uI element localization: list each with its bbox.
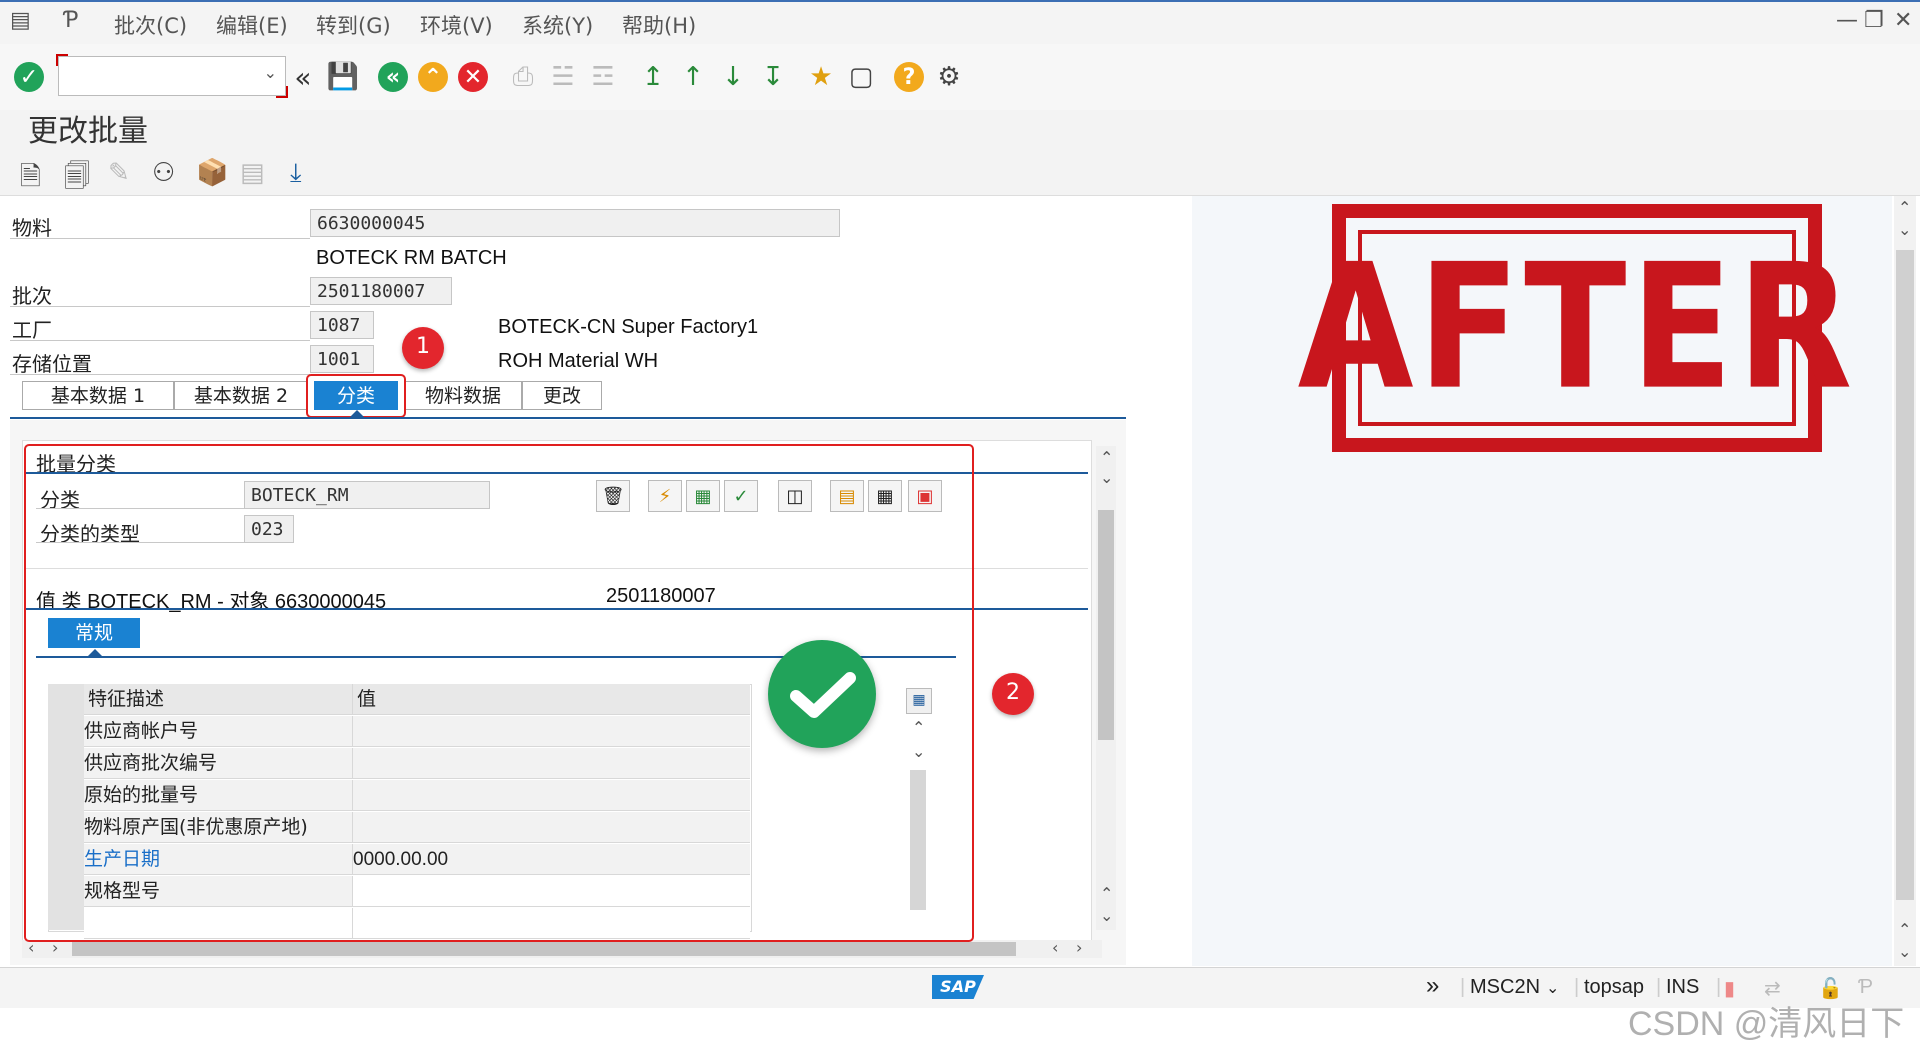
edit-pencil-icon[interactable]: ✎ <box>108 158 130 188</box>
scroll-left-icon[interactable]: ‹ <box>1052 938 1058 957</box>
menu-edit[interactable]: 编辑(E) <box>216 10 288 40</box>
cancel-icon[interactable]: ✕ <box>458 62 488 92</box>
last-page-icon[interactable]: ↧ <box>756 60 790 94</box>
sap-p-icon[interactable]: Ƥ <box>64 8 78 33</box>
success-check-icon <box>768 640 876 748</box>
exit-icon[interactable]: ⌃ <box>418 62 448 92</box>
chevron-down-icon[interactable]: ⌄ <box>1546 978 1559 998</box>
plant-description: BOTECK-CN Super Factory1 <box>498 316 759 338</box>
app-menu-icon[interactable]: ▤ <box>10 8 31 33</box>
page-scroll-down-icon[interactable]: ⌄ <box>1898 942 1911 961</box>
menu-batch[interactable]: 批次(C) <box>114 10 187 40</box>
after-stamp: AFTER <box>1297 204 1857 452</box>
material-label: 物料 <box>12 216 52 240</box>
enter-check-icon[interactable]: ✓ <box>14 62 44 92</box>
find-next-icon[interactable]: ☲ <box>586 60 620 94</box>
minimize-icon[interactable]: — <box>1836 8 1858 33</box>
title-bar <box>0 110 1920 150</box>
tab-basic-data-1[interactable]: 基本数据 1 <box>22 381 174 410</box>
page-title: 更改批量 <box>28 114 148 149</box>
command-field[interactable]: ⌄ <box>56 54 288 98</box>
tab-pointer <box>350 410 364 417</box>
divider <box>10 340 310 341</box>
watermark: CSDN @清风日下 <box>1628 1005 1905 1043</box>
copy-object-icon[interactable]: 🗐 <box>64 158 90 202</box>
page-scroll-down-icon[interactable]: ⌄ <box>1898 220 1911 239</box>
new-document-icon[interactable]: 🗎 <box>20 158 41 202</box>
divider <box>10 238 310 239</box>
settings-gear-icon[interactable]: ⚙ <box>932 60 966 94</box>
divider <box>10 306 310 307</box>
horizontal-scroll-thumb[interactable] <box>72 942 1016 956</box>
tab-changes[interactable]: 更改 <box>522 381 602 410</box>
first-page-icon[interactable]: ↥ <box>636 60 670 94</box>
stamp-text: AFTER <box>1297 227 1857 429</box>
plant-label: 工厂 <box>12 318 52 342</box>
find-icon[interactable]: ☱ <box>546 60 580 94</box>
page-scroll-up-icon[interactable]: ⌃ <box>1898 198 1911 217</box>
storage-location-description: ROH Material WH <box>498 350 659 372</box>
annotation-badge-1: 1 <box>402 327 444 369</box>
shortcut-icon[interactable]: ▢ <box>844 60 878 94</box>
restore-icon[interactable]: ❐ <box>1864 8 1884 33</box>
plant-field[interactable]: 1087 <box>310 311 374 339</box>
scroll-right-icon[interactable]: › <box>1076 938 1082 957</box>
standard-toolbar: ✓ ⌄ « 💾 « ⌃ ✕ ⎙ ☱ ☲ ↥ ↑ ↓ ↧ ★ ▢ ? ⚙ <box>0 44 1920 110</box>
transaction-code: MSC2N <box>1470 976 1541 998</box>
menu-help[interactable]: 帮助(H) <box>622 10 696 40</box>
divider <box>10 374 310 375</box>
transport-icon[interactable]: 📦 <box>196 158 228 188</box>
menu-bar: ▤ Ƥ 批次(C) 编辑(E) 转到(G) 环境(V) 系统(Y) 帮助(H) … <box>0 0 1920 45</box>
save-icon[interactable]: 💾 <box>326 60 360 94</box>
display-glasses-icon[interactable]: ⚇ <box>152 158 175 188</box>
divider: | <box>1460 976 1466 998</box>
menu-goto[interactable]: 转到(G) <box>316 10 391 40</box>
close-icon[interactable]: ✕ <box>1894 8 1912 33</box>
panel-scroll-down-icon[interactable]: ⌄ <box>1100 906 1113 925</box>
page-scroll-thumb[interactable] <box>1896 250 1914 900</box>
print-list-icon[interactable]: ▤ <box>240 158 265 188</box>
panel-scroll-up-icon[interactable]: ⌃ <box>1100 884 1113 903</box>
tab-material-data[interactable]: 物料数据 <box>404 381 522 410</box>
material-field[interactable]: 6630000045 <box>310 209 840 237</box>
chevron-down-icon[interactable]: ⌄ <box>264 63 277 82</box>
divider: | <box>1574 976 1580 998</box>
application-toolbar: 🗎 🗐 ✎ ⚇ 📦 ▤ ⤓ <box>0 150 1920 196</box>
menu-environment[interactable]: 环境(V) <box>420 10 493 40</box>
batch-label: 批次 <box>12 284 52 308</box>
download-icon[interactable]: ⤓ <box>290 158 302 189</box>
back-icon[interactable]: « <box>378 62 408 92</box>
sap-logo: SAP <box>932 975 984 999</box>
page-scroll-up-icon[interactable]: ⌃ <box>1898 920 1911 939</box>
tab-basic-data-2[interactable]: 基本数据 2 <box>174 381 308 410</box>
storage-location-field[interactable]: 1001 <box>310 345 374 373</box>
storage-location-label: 存储位置 <box>12 352 92 376</box>
create-session-icon[interactable]: ★ <box>804 60 838 94</box>
panel-scroll-down-icon[interactable]: ⌄ <box>1100 468 1113 487</box>
menu-system[interactable]: 系统(Y) <box>522 10 593 40</box>
batch-field[interactable]: 2501180007 <box>310 277 452 305</box>
next-page-icon[interactable]: ↓ <box>716 60 750 94</box>
panel-scroll-thumb[interactable] <box>1098 510 1114 740</box>
double-left-icon[interactable]: « <box>286 60 320 94</box>
tab-strip-line <box>10 417 1126 419</box>
material-description: BOTECK RM BATCH <box>316 247 507 269</box>
expand-status-icon[interactable]: » <box>1426 972 1439 1000</box>
panel-scroll-up-icon[interactable]: ⌃ <box>1100 448 1113 467</box>
help-icon[interactable]: ? <box>894 62 924 92</box>
print-icon[interactable]: ⎙ <box>506 60 540 94</box>
annotation-badge-2: 2 <box>992 673 1034 715</box>
previous-page-icon[interactable]: ↑ <box>676 60 710 94</box>
